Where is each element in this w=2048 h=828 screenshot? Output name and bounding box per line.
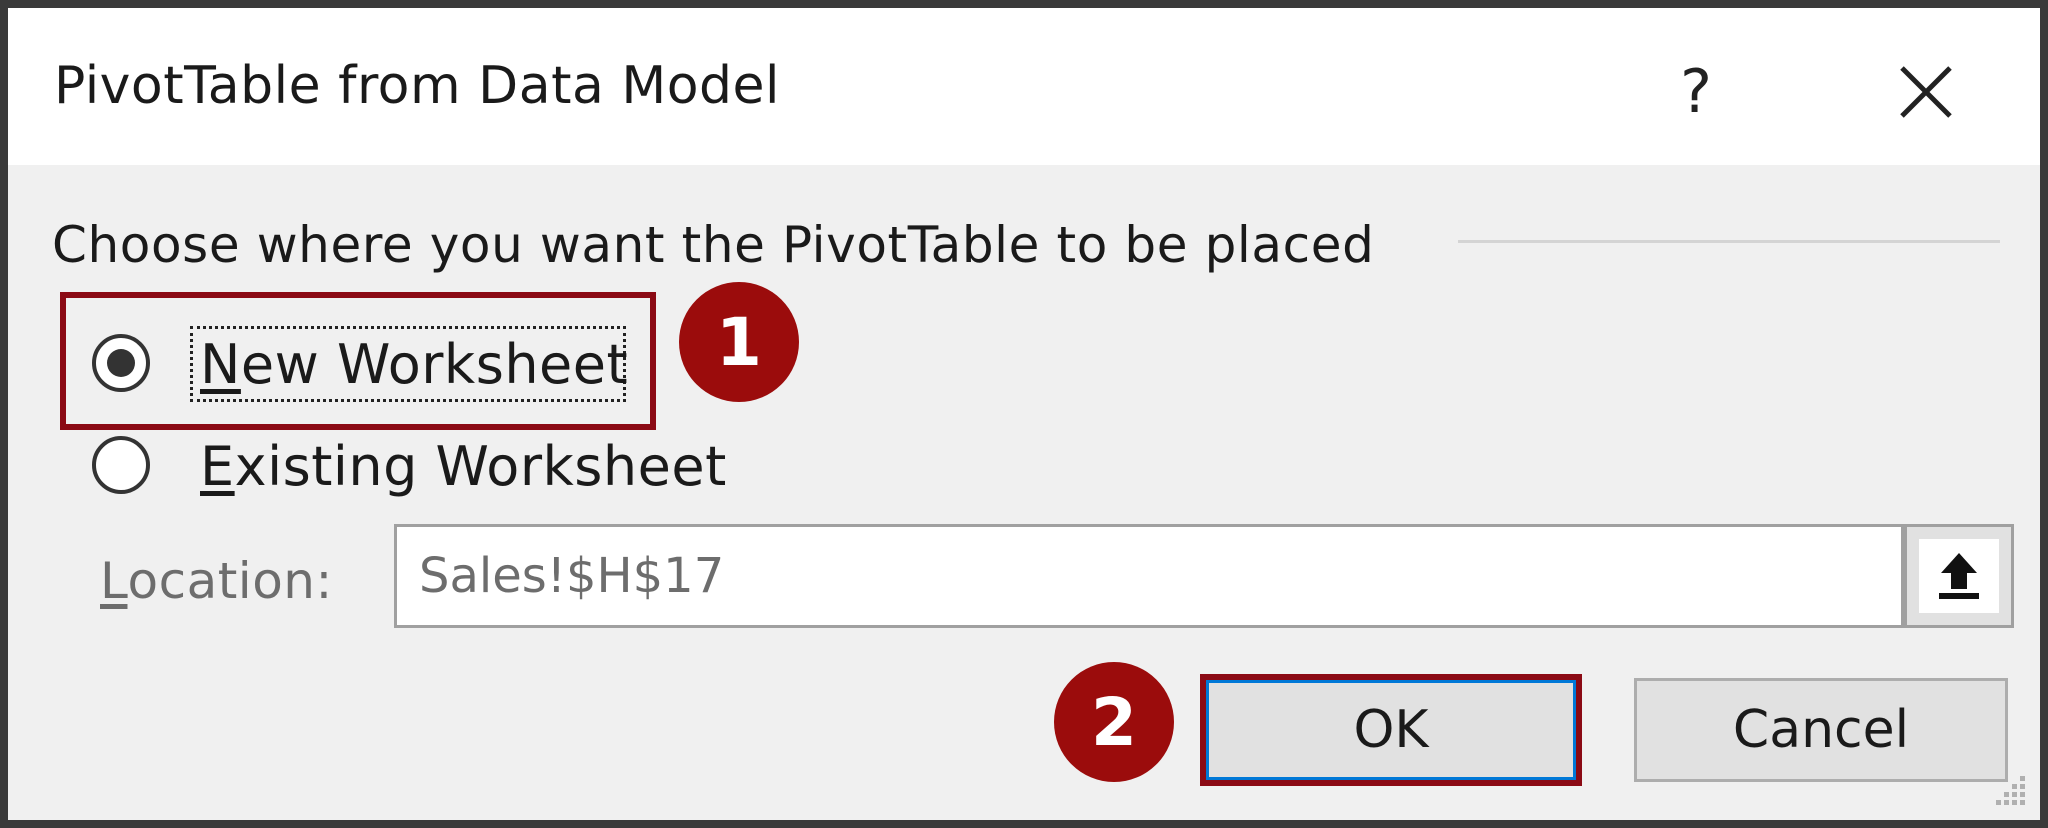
dialog-title: PivotTable from Data Model — [54, 56, 780, 116]
location-label: Location: — [100, 552, 333, 610]
close-icon — [1900, 66, 1952, 118]
location-input[interactable]: Sales!$H$17 — [394, 524, 1904, 628]
help-button[interactable]: ? — [1648, 44, 1744, 140]
group-divider — [1458, 240, 2000, 243]
annotation-box-step-2 — [1200, 674, 1582, 786]
resize-grip-icon[interactable] — [1992, 772, 2028, 808]
annotation-badge-step-1: 1 — [679, 282, 799, 402]
collapse-dialog-icon — [1939, 553, 1979, 599]
annotation-box-step-1 — [60, 292, 656, 430]
existing-worksheet-label[interactable]: Existing Worksheet — [200, 440, 727, 494]
annotation-badge-step-2: 2 — [1054, 662, 1174, 782]
placement-group-label: Choose where you want the PivotTable to … — [52, 216, 1375, 274]
collapse-dialog-button[interactable] — [1904, 524, 2014, 628]
existing-worksheet-radio[interactable] — [92, 436, 150, 494]
close-button[interactable] — [1878, 44, 1974, 140]
title-bar: PivotTable from Data Model ? — [8, 8, 2040, 165]
pivottable-dialog: PivotTable from Data Model ? Choose wher… — [0, 0, 2048, 828]
cancel-button[interactable]: Cancel — [1634, 678, 2008, 782]
